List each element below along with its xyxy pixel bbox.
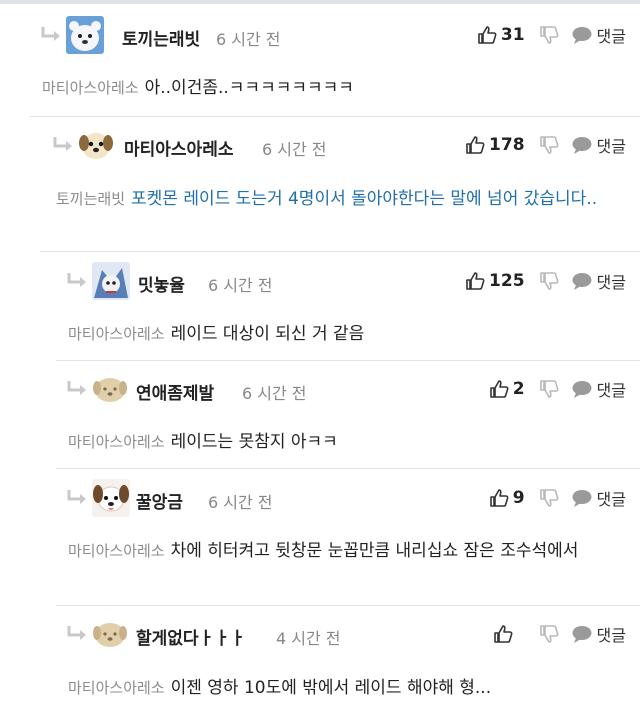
avatar[interactable] bbox=[92, 479, 130, 517]
like-count: 31 bbox=[500, 25, 525, 45]
timestamp: 6 시간 전 bbox=[216, 30, 281, 49]
speech-bubble-icon bbox=[572, 490, 592, 507]
reply-button[interactable]: 댓글 bbox=[571, 377, 626, 401]
thumbs-up-icon[interactable] bbox=[493, 624, 513, 644]
mention[interactable]: 마티아스아레소 bbox=[42, 79, 139, 97]
thumbs-down-icon[interactable] bbox=[539, 379, 559, 399]
comment-6: 할게없다ㅏㅏㅏ 4 시간 전 댓글 마티아스아레소 이젠 영하 10도에 밖에서 … bbox=[0, 606, 640, 700]
comment-actions: 9 댓글 bbox=[489, 486, 626, 510]
thumbs-down-icon[interactable] bbox=[539, 135, 559, 155]
timestamp: 6 시간 전 bbox=[262, 140, 327, 159]
thumbs-up-icon[interactable] bbox=[489, 379, 509, 399]
avatar[interactable] bbox=[78, 127, 114, 163]
timestamp: 4 시간 전 bbox=[276, 629, 341, 648]
like-count: 178 bbox=[489, 135, 525, 155]
comment-actions: 댓글 bbox=[493, 622, 626, 646]
comment-body: 마티아스아레소 아..이건좀..ㅋㅋㅋㅋㅋㅋㅋㅋ bbox=[42, 74, 622, 102]
avatar[interactable] bbox=[92, 616, 128, 652]
comment-text: 레이드는 못참지 아ㅋㅋ bbox=[170, 432, 338, 452]
reply-label: 댓글 bbox=[596, 27, 626, 46]
username[interactable]: 할게없다ㅏㅏㅏ bbox=[136, 624, 245, 649]
comment-text: 차에 히터켜고 뒷창문 눈꼽만큼 내리십쇼 잠은 조수석에서 bbox=[170, 541, 579, 561]
username[interactable]: 밋놓율 bbox=[138, 271, 185, 296]
comment-actions: 31 댓글 bbox=[477, 23, 626, 47]
comment-text: 아..이건좀..ㅋㅋㅋㅋㅋㅋㅋㅋ bbox=[144, 78, 354, 98]
thumbs-up-icon[interactable] bbox=[465, 271, 485, 291]
reply-button[interactable]: 댓글 bbox=[571, 486, 626, 510]
speech-bubble-icon bbox=[572, 273, 592, 290]
timestamp: 6 시간 전 bbox=[242, 384, 307, 403]
reply-arrow-icon bbox=[53, 137, 72, 151]
reply-label: 댓글 bbox=[596, 490, 626, 509]
mention[interactable]: 마티아스아레소 bbox=[68, 433, 165, 451]
like-count: 125 bbox=[489, 271, 525, 291]
reply-arrow-icon bbox=[67, 626, 86, 640]
reply-button[interactable]: 댓글 bbox=[571, 622, 626, 646]
comment-3: 밋놓율 6 시간 전 125 댓글 마티아스아레소 레이드 대상이 되신 거 같음 bbox=[0, 252, 640, 360]
reply-arrow-icon bbox=[67, 381, 86, 395]
speech-bubble-icon bbox=[572, 137, 592, 154]
thumbs-down-icon[interactable] bbox=[539, 488, 559, 508]
avatar[interactable] bbox=[92, 262, 130, 300]
reply-button[interactable]: 댓글 bbox=[571, 133, 626, 157]
comment-body: 마티아스아레소 레이드는 못참지 아ㅋㅋ bbox=[68, 428, 622, 456]
comment-text: 이젠 영하 10도에 밖에서 레이드 해야해 형... bbox=[170, 678, 492, 698]
comment-actions: 125 댓글 bbox=[465, 269, 626, 293]
reply-button[interactable]: 댓글 bbox=[571, 23, 626, 47]
reply-label: 댓글 bbox=[596, 273, 626, 292]
comment-text: 레이드 대상이 되신 거 같음 bbox=[170, 324, 365, 344]
comment-body: 마티아스아레소 레이드 대상이 되신 거 같음 bbox=[68, 320, 622, 348]
thumbs-up-icon[interactable] bbox=[477, 25, 497, 45]
username[interactable]: 토끼는래빗 bbox=[122, 25, 200, 50]
speech-bubble-icon bbox=[572, 381, 592, 398]
thumbs-up-icon[interactable] bbox=[465, 135, 485, 155]
thumbs-down-icon[interactable] bbox=[539, 271, 559, 291]
timestamp: 6 시간 전 bbox=[208, 276, 273, 295]
thumbs-down-icon[interactable] bbox=[539, 624, 559, 644]
speech-bubble-icon bbox=[572, 27, 592, 44]
mention[interactable]: 마티아스아레소 bbox=[68, 679, 165, 697]
mention[interactable]: 마티아스아레소 bbox=[68, 542, 165, 560]
comment-body: 마티아스아레소 차에 히터켜고 뒷창문 눈꼽만큼 내리십쇼 잠은 조수석에서 bbox=[68, 537, 622, 565]
reply-label: 댓글 bbox=[596, 137, 626, 156]
reply-button[interactable]: 댓글 bbox=[571, 269, 626, 293]
thumbs-down-icon[interactable] bbox=[539, 25, 559, 45]
username[interactable]: 꿀앙금 bbox=[136, 488, 183, 513]
comment-actions: 2 댓글 bbox=[489, 377, 626, 401]
thumbs-up-icon[interactable] bbox=[489, 488, 509, 508]
speech-bubble-icon bbox=[572, 626, 592, 643]
comment-body: 토끼는래빗 포켓몬 레이드 도는거 4명이서 돌아야한다는 말에 넘어 갔습니다.… bbox=[56, 185, 622, 213]
comment-text: 포켓몬 레이드 도는거 4명이서 돌아야한다는 말에 넘어 갔습니다.. bbox=[131, 189, 598, 209]
username[interactable]: 마티아스아레소 bbox=[124, 135, 233, 160]
reply-arrow-icon bbox=[67, 490, 86, 504]
like-count: 2 bbox=[512, 379, 525, 399]
comment-body: 마티아스아레소 이젠 영하 10도에 밖에서 레이드 해야해 형... bbox=[68, 674, 622, 702]
comment-actions: 178 댓글 bbox=[465, 133, 626, 157]
comment-4: 연애좀제발 6 시간 전 2 댓글 마티아스아레소 레이드는 못참지 아ㅋㅋ bbox=[0, 361, 640, 468]
comment-1: 토끼는래빗 6 시간 전 31 댓글 마티아스아레소 아..이건좀..ㅋㅋㅋㅋㅋㅋ… bbox=[0, 0, 640, 116]
timestamp: 6 시간 전 bbox=[208, 493, 273, 512]
username[interactable]: 연애좀제발 bbox=[136, 379, 214, 404]
reply-label: 댓글 bbox=[596, 626, 626, 645]
mention[interactable]: 토끼는래빗 bbox=[56, 190, 125, 208]
mention[interactable]: 마티아스아레소 bbox=[68, 325, 165, 343]
avatar[interactable] bbox=[66, 16, 104, 54]
comment-2: 마티아스아레소 6 시간 전 178 댓글 토끼는래빗 포켓몬 레이드 도는거 4… bbox=[0, 117, 640, 251]
reply-label: 댓글 bbox=[596, 381, 626, 400]
like-count: 9 bbox=[512, 488, 525, 508]
avatar[interactable] bbox=[92, 371, 128, 407]
reply-arrow-icon bbox=[41, 27, 60, 41]
reply-arrow-icon bbox=[67, 273, 86, 287]
comment-5: 꿀앙금 6 시간 전 9 댓글 마티아스아레소 차에 히터켜고 뒷창문 눈꼽만큼 … bbox=[0, 469, 640, 605]
